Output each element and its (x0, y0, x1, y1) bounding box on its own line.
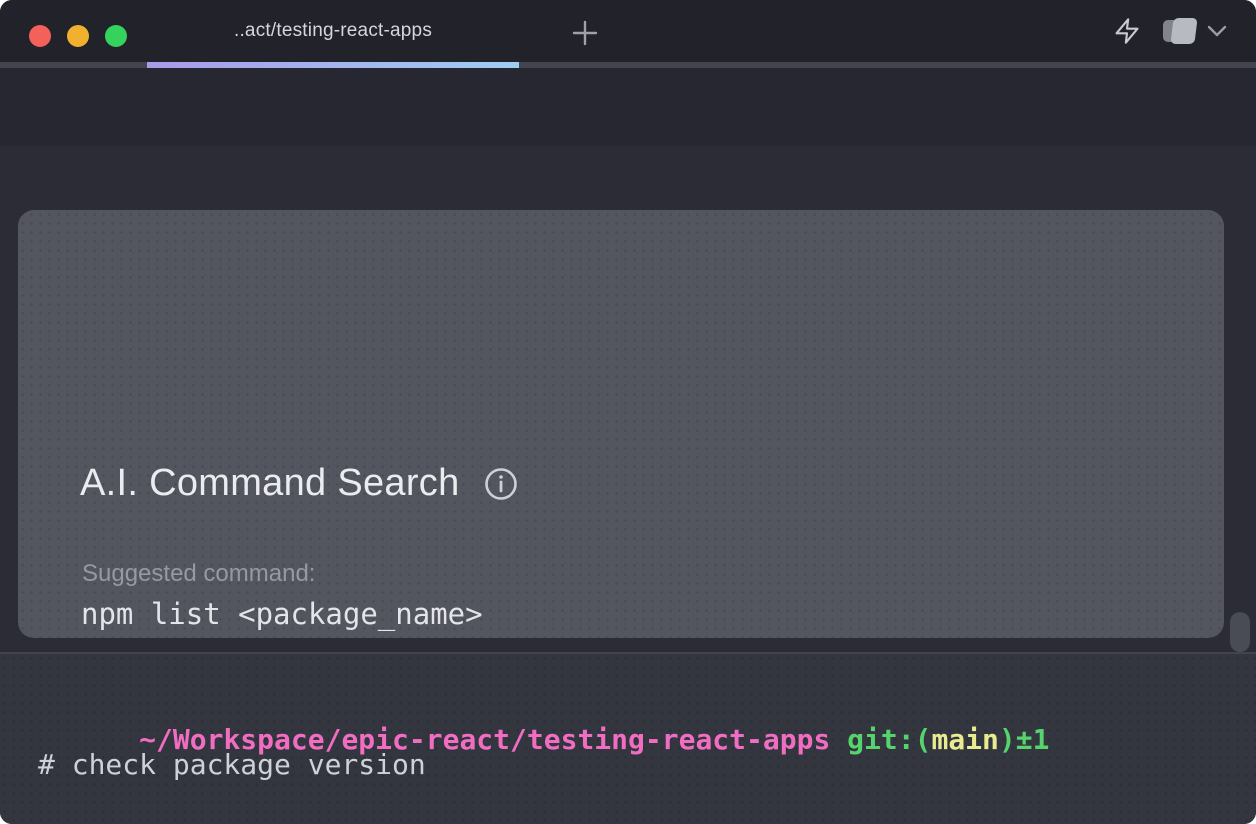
prompt-git-dirty: ±1 (1016, 723, 1050, 756)
tab-title: ..act/testing-react-apps (234, 20, 432, 42)
zoom-window-button[interactable] (105, 25, 127, 47)
close-window-button[interactable] (29, 25, 51, 47)
ai-command-search-panel: A.I. Command Search Suggested command: n… (18, 210, 1224, 638)
terminal-tab[interactable]: ..act/testing-react-apps (147, 0, 519, 62)
info-icon[interactable] (484, 467, 518, 501)
prompt-git-close: ) (999, 723, 1016, 756)
plus-icon (570, 18, 600, 48)
warp-terminal-window: ..act/testing-react-apps (0, 0, 1256, 824)
suggested-command-text: npm list <package_name> (81, 597, 483, 631)
typed-command: # check package version (38, 748, 426, 781)
panel-title: A.I. Command Search (80, 462, 460, 505)
window-management-menu[interactable] (1163, 18, 1228, 44)
prompt-git-branch: main (931, 723, 998, 756)
new-tab-button[interactable] (566, 16, 604, 50)
scrollbar-thumb[interactable] (1230, 612, 1250, 652)
lightning-bolt-button[interactable] (1113, 16, 1141, 46)
suggested-command-label: Suggested command: (82, 560, 315, 588)
terminal-input-block[interactable]: ~/Workspace/epic-react/testing-react-app… (0, 654, 1256, 824)
prompt-git-open: git:( (830, 723, 931, 756)
overlapping-windows-icon (1163, 18, 1196, 44)
chevron-down-icon (1206, 24, 1228, 38)
minimize-window-button[interactable] (67, 25, 89, 47)
titlebar: ..act/testing-react-apps (0, 0, 1256, 62)
